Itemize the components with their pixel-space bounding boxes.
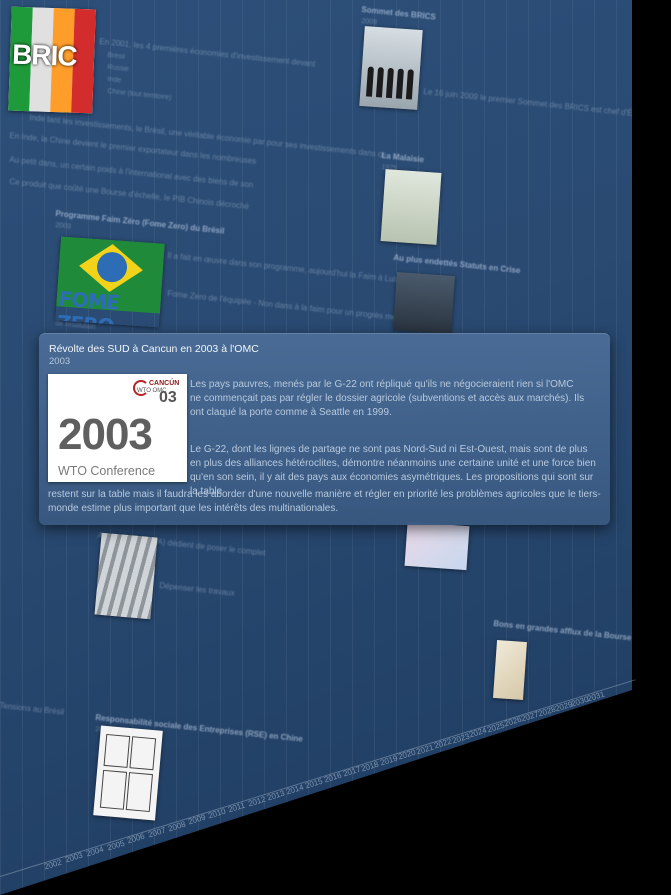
event-description-paragraph-2-continued: restent sur la table mais il faudra les … bbox=[48, 489, 601, 514]
timeline-year-label[interactable]: 2023 bbox=[451, 731, 471, 745]
timeline-year-label[interactable]: 2024 bbox=[468, 726, 488, 740]
timeline-year-label[interactable]: 2009 bbox=[187, 813, 207, 827]
event-title: Révolte des SUD à Cancun en 2003 à l'OMC bbox=[49, 343, 259, 355]
timeline-year-label[interactable]: 2002 bbox=[43, 858, 63, 872]
timeline-year-label[interactable]: 2020 bbox=[397, 748, 417, 762]
timeline-year-label[interactable]: 2014 bbox=[285, 783, 305, 797]
timeline-year-label[interactable]: 2015 bbox=[304, 777, 324, 791]
timeline-year-label[interactable]: 2010 bbox=[207, 807, 227, 821]
event-description-paragraph-1: Les pays pauvres, menés par le G-22 ont … bbox=[190, 379, 585, 418]
timeline-year-label[interactable]: 2021 bbox=[415, 742, 435, 756]
timeline-year-label[interactable]: 2022 bbox=[433, 737, 453, 751]
timeline-year-label[interactable]: 2011 bbox=[227, 801, 246, 815]
timeline-year-label[interactable]: 2003 bbox=[64, 851, 84, 865]
timeline-year-label[interactable]: 2013 bbox=[266, 788, 286, 802]
timeline-stage: En 2001, les 4 premières économies d'inv… bbox=[0, 0, 671, 895]
event-image[interactable]: CANCÚN WTO OMC 03 2003 WTO Conference bbox=[48, 374, 187, 482]
timeline-year-label[interactable]: 2019 bbox=[379, 753, 399, 767]
timeline-year-label[interactable]: 2017 bbox=[342, 765, 362, 779]
timeline-year-label[interactable]: 2004 bbox=[85, 845, 105, 859]
timeline-year-label[interactable]: 2007 bbox=[147, 825, 167, 839]
event-detail-popup[interactable]: Révolte des SUD à Cancun en 2003 à l'OMC… bbox=[39, 333, 610, 525]
image-year-text: 2003 bbox=[58, 410, 153, 459]
timeline-year-label[interactable]: 2016 bbox=[323, 771, 343, 785]
wto-logo-icon: CANCÚN WTO OMC 03 bbox=[133, 380, 179, 410]
timeline-year-label[interactable]: 2026 bbox=[503, 715, 523, 729]
timeline-year-label[interactable]: 2006 bbox=[127, 832, 147, 846]
image-caption: WTO Conference bbox=[58, 464, 156, 478]
timeline-year-label[interactable]: 2012 bbox=[247, 795, 267, 809]
timeline-year-label[interactable]: 2018 bbox=[361, 759, 381, 773]
timeline-year-label[interactable]: 2005 bbox=[106, 838, 126, 852]
timeline-year-label[interactable]: 2031 bbox=[587, 689, 607, 703]
event-date: 2003 bbox=[49, 356, 71, 367]
timeline-year-label[interactable]: 2025 bbox=[486, 720, 506, 734]
timeline-year-label[interactable]: 2008 bbox=[167, 819, 187, 833]
